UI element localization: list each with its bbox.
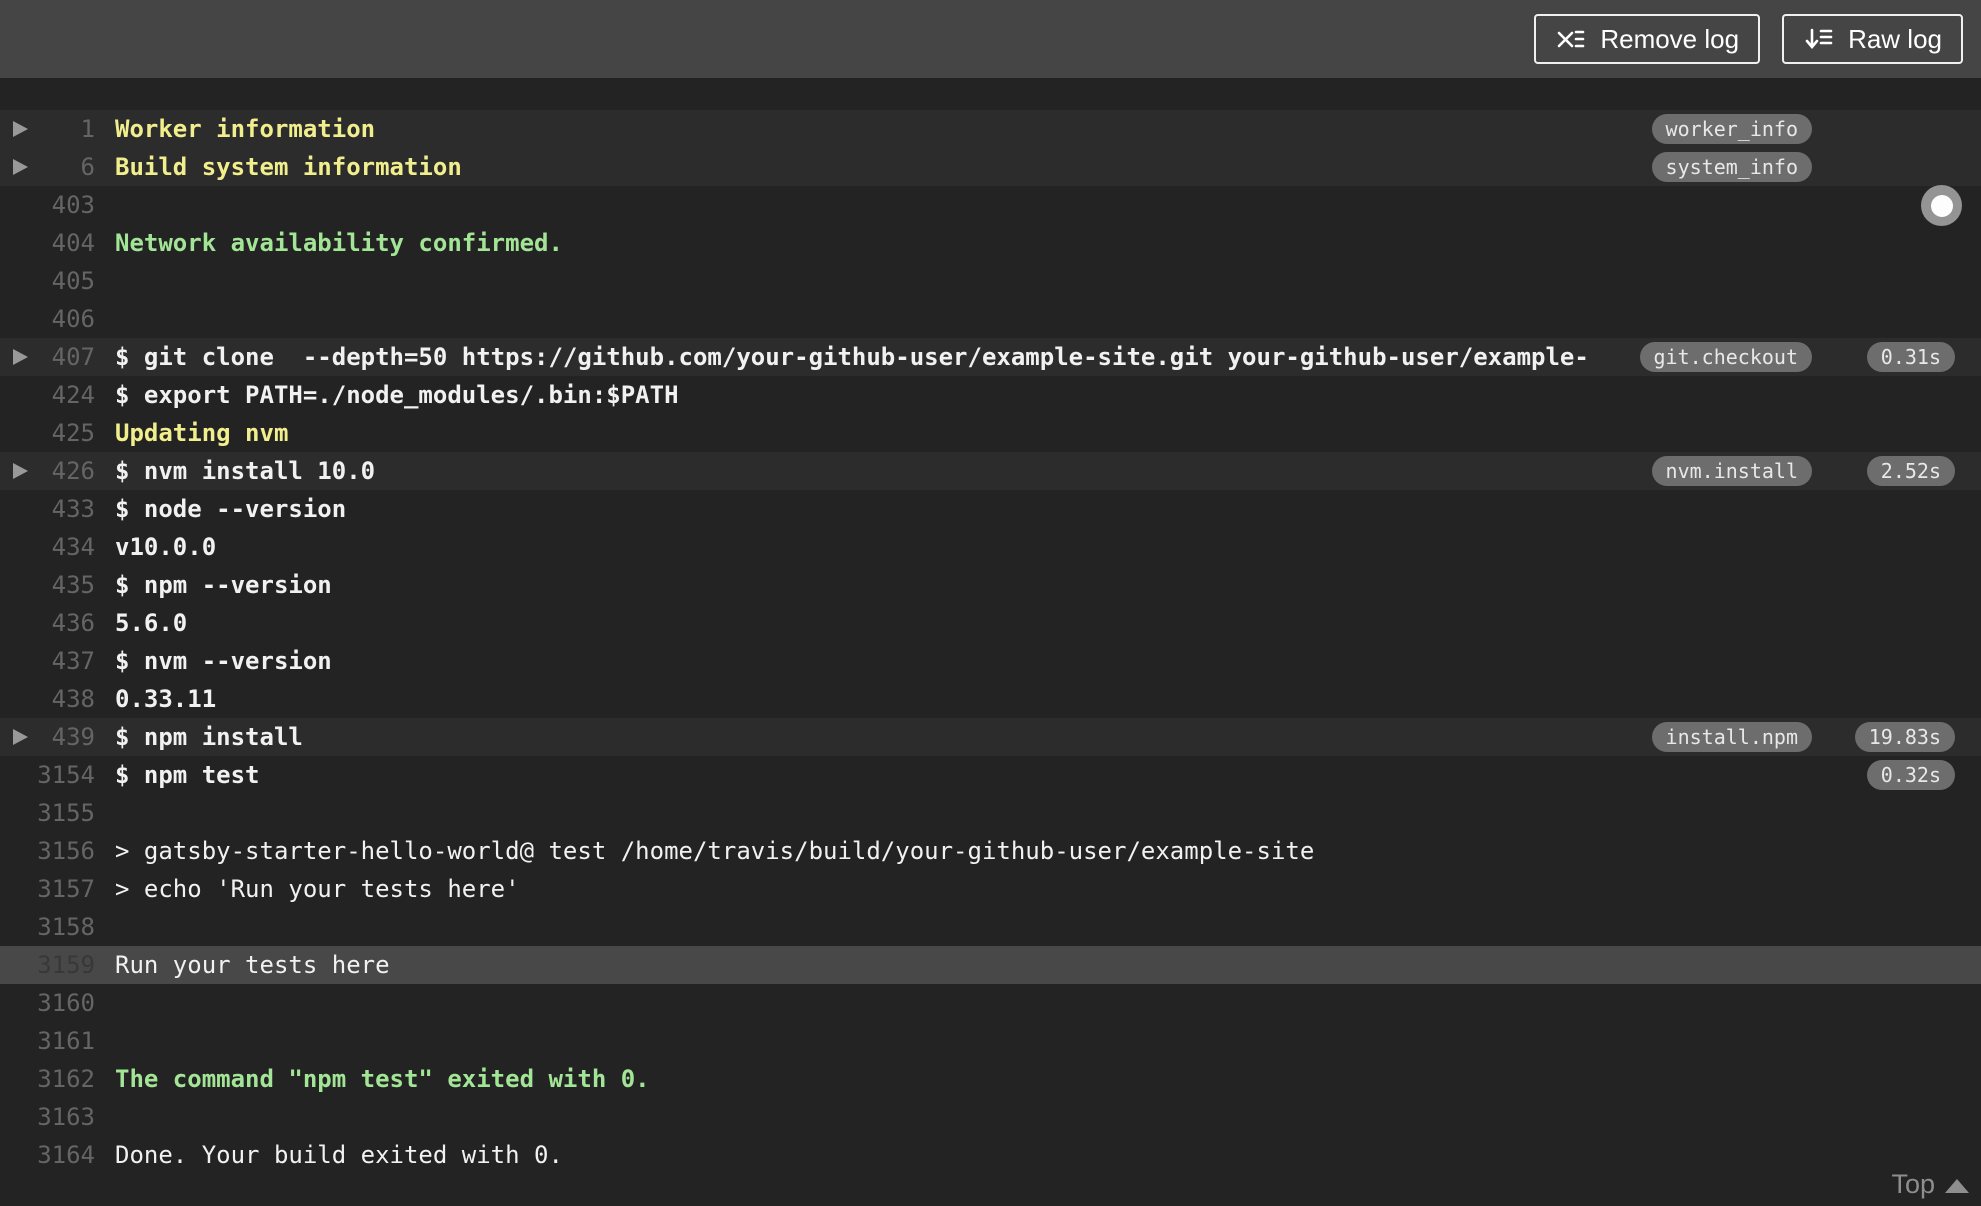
line-number[interactable]: 424	[0, 376, 95, 414]
fold-name-badge: install.npm	[1651, 722, 1812, 752]
log-row: 3160	[0, 984, 1981, 1022]
line-text: > gatsby-starter-hello-world@ test /home…	[115, 837, 1315, 865]
line-number[interactable]: 434	[0, 528, 95, 566]
fold-arrow-icon[interactable]	[13, 159, 28, 175]
line-number[interactable]: 3162	[0, 1060, 95, 1098]
line-text: $ export PATH=./node_modules/.bin:$PATH	[115, 381, 679, 409]
log-row: 437 $ nvm --version	[0, 642, 1981, 680]
fold-name-badge: worker_info	[1651, 114, 1812, 144]
line-number[interactable]: 406	[0, 300, 95, 338]
raw-log-button[interactable]: Raw log	[1782, 14, 1963, 64]
log-row: 403	[0, 186, 1981, 224]
log-row: 405	[0, 262, 1981, 300]
fold-name-badge: system_info	[1651, 152, 1812, 182]
fold-name-badge: nvm.install	[1651, 456, 1812, 486]
log-row[interactable]: 426 $ nvm install 10.0 nvm.install 2.52s	[0, 452, 1981, 490]
line-text: $ npm --version	[115, 571, 332, 599]
line-text: $ node --version	[115, 495, 347, 523]
line-text: > echo 'Run your tests here'	[115, 875, 520, 903]
line-number[interactable]: 436	[0, 604, 95, 642]
log-row: 3161	[0, 1022, 1981, 1060]
log-row: 3154 $ npm test 0.32s	[0, 756, 1981, 794]
line-text: $ npm test	[115, 761, 260, 789]
log-row: 436 5.6.0	[0, 604, 1981, 642]
log-row: 3155	[0, 794, 1981, 832]
log-row[interactable]: 6 Build system information system_info	[0, 148, 1981, 186]
line-number[interactable]: 3154	[0, 756, 95, 794]
remove-log-label: Remove log	[1600, 23, 1740, 54]
line-number[interactable]: 3157	[0, 870, 95, 908]
line-number[interactable]: 438	[0, 680, 95, 718]
log-row: 404 Network availability confirmed.	[0, 224, 1981, 262]
raw-log-icon	[1803, 23, 1835, 55]
fold-arrow-icon[interactable]	[13, 463, 28, 479]
line-number[interactable]: 3164	[0, 1136, 95, 1174]
line-number[interactable]: 3159	[0, 946, 95, 984]
line-number[interactable]: 433	[0, 490, 95, 528]
log-row[interactable]: 439 $ npm install install.npm 19.83s	[0, 718, 1981, 756]
line-number[interactable]: 437	[0, 642, 95, 680]
line-text: Done. Your build exited with 0.	[115, 1141, 563, 1169]
log-row: 3157 > echo 'Run your tests here'	[0, 870, 1981, 908]
line-text: The command "npm test" exited with 0.	[115, 1065, 650, 1093]
fold-name-badge: git.checkout	[1639, 342, 1812, 372]
duration-badge: 0.31s	[1866, 342, 1955, 372]
line-number[interactable]: 3161	[0, 1022, 95, 1060]
build-log-page: Remove log Raw log 1 Worker information …	[0, 0, 1981, 1206]
remove-log-icon	[1555, 23, 1587, 55]
top-link-label: Top	[1891, 1169, 1935, 1199]
arrow-up-icon	[1945, 1179, 1969, 1193]
log-row[interactable]: 1 Worker information worker_info	[0, 110, 1981, 148]
line-text: Updating nvm	[115, 419, 289, 447]
duration-badge: 19.83s	[1854, 722, 1955, 752]
fold-arrow-icon[interactable]	[13, 729, 28, 745]
log-row: 3159 Run your tests here	[0, 946, 1981, 984]
log-rows: 1 Worker information worker_info 6 Build…	[0, 110, 1981, 1174]
log-row: 435 $ npm --version	[0, 566, 1981, 604]
fold-arrow-icon[interactable]	[13, 349, 28, 365]
scroll-to-top-link[interactable]: Top	[1891, 1169, 1969, 1200]
log-row: 425 Updating nvm	[0, 414, 1981, 452]
scroll-position-dot	[1930, 194, 1953, 217]
log-row: 3163	[0, 1098, 1981, 1136]
log-row: 438 0.33.11	[0, 680, 1981, 718]
scroll-position-indicator	[1921, 185, 1962, 226]
line-number[interactable]: 3156	[0, 832, 95, 870]
log-row: 3158	[0, 908, 1981, 946]
log-row: 3162 The command "npm test" exited with …	[0, 1060, 1981, 1098]
fold-arrow-icon[interactable]	[13, 121, 28, 137]
log-row: 433 $ node --version	[0, 490, 1981, 528]
line-number[interactable]: 3155	[0, 794, 95, 832]
line-text: Run your tests here	[115, 951, 390, 979]
line-number[interactable]: 404	[0, 224, 95, 262]
line-number[interactable]: 3163	[0, 1098, 95, 1136]
log-row: 3156 > gatsby-starter-hello-world@ test …	[0, 832, 1981, 870]
duration-badge: 0.32s	[1866, 760, 1955, 790]
line-text: Network availability confirmed.	[115, 229, 563, 257]
log-container: 1 Worker information worker_info 6 Build…	[0, 78, 1981, 1206]
line-number[interactable]: 435	[0, 566, 95, 604]
log-row[interactable]: 407 $ git clone --depth=50 https://githu…	[0, 338, 1981, 376]
line-number[interactable]: 405	[0, 262, 95, 300]
log-row: 3164 Done. Your build exited with 0.	[0, 1136, 1981, 1174]
line-number[interactable]: 3160	[0, 984, 95, 1022]
line-number[interactable]: 3158	[0, 908, 95, 946]
line-text: 0.33.11	[115, 685, 217, 713]
line-number[interactable]: 403	[0, 186, 95, 224]
line-text: 5.6.0	[115, 609, 188, 637]
log-row: 406	[0, 300, 1981, 338]
duration-badge: 2.52s	[1866, 456, 1955, 486]
log-row: 424 $ export PATH=./node_modules/.bin:$P…	[0, 376, 1981, 414]
log-toolbar: Remove log Raw log	[0, 0, 1981, 78]
remove-log-button[interactable]: Remove log	[1534, 14, 1761, 64]
line-text: v10.0.0	[115, 533, 217, 561]
line-number[interactable]: 425	[0, 414, 95, 452]
raw-log-label: Raw log	[1848, 23, 1942, 54]
line-text: $ nvm --version	[115, 647, 332, 675]
log-row: 434 v10.0.0	[0, 528, 1981, 566]
